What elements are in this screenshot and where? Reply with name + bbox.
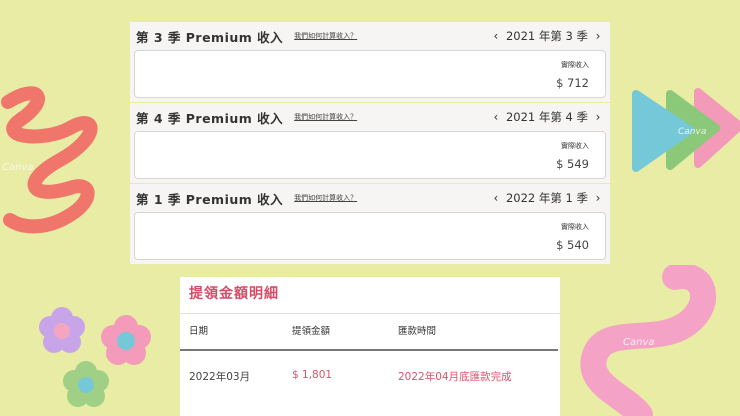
play-triangles-decoration: Canva	[632, 88, 740, 172]
chevron-right-icon[interactable]: ›	[592, 29, 604, 43]
how-we-calculate-link[interactable]: 我們如何計算收入？	[294, 31, 357, 41]
actual-revenue-value: $ 540	[556, 238, 589, 252]
watermark: Canva	[623, 337, 655, 348]
revenue-card: 實際收入 $ 540	[134, 212, 606, 260]
period-label: 2021 年第 3 季	[505, 29, 588, 43]
panel-header: 第 4 季 Premium 收入 我們如何計算收入？ ‹ 2021 年第 4 季…	[130, 103, 610, 131]
revenue-panel: 第 1 季 Premium 收入 我們如何計算收入？ ‹ 2022 年第 1 季…	[130, 184, 610, 264]
chevron-left-icon[interactable]: ‹	[490, 29, 502, 43]
revenue-panel: 第 4 季 Premium 收入 我們如何計算收入？ ‹ 2021 年第 4 季…	[130, 103, 610, 183]
panel-title: 第 4 季 Premium 收入	[136, 110, 284, 126]
actual-revenue-value: $ 549	[556, 157, 589, 171]
how-we-calculate-link[interactable]: 我們如何計算收入？	[294, 193, 357, 203]
actual-revenue-label: 實際收入	[561, 223, 589, 231]
withdrawal-title: 提領金額明細	[189, 286, 279, 302]
column-header-amount: 提領金額	[292, 326, 331, 337]
flowers-decoration	[39, 307, 151, 407]
panel-title: 第 3 季 Premium 收入	[136, 29, 284, 45]
withdrawal-details-card: 提領金額明細 日期 提領金額 匯款時間 2022年03月 $ 1,801 202…	[180, 277, 560, 416]
revenue-card: 實際收入 $ 549	[134, 131, 606, 179]
watermark: Canva	[678, 127, 706, 137]
divider	[180, 313, 560, 314]
pink-ribbon-decoration: Canva	[580, 265, 716, 416]
period-selector: ‹ 2021 年第 3 季 ›	[490, 28, 604, 44]
row-amount: $ 1,801	[292, 369, 333, 381]
chevron-left-icon[interactable]: ‹	[490, 110, 502, 124]
actual-revenue-label: 實際收入	[561, 61, 589, 69]
header-divider	[180, 349, 558, 351]
chevron-right-icon[interactable]: ›	[592, 110, 604, 124]
period-selector: ‹ 2021 年第 4 季 ›	[490, 109, 604, 125]
revenue-panel: 第 3 季 Premium 收入 我們如何計算收入？ ‹ 2021 年第 3 季…	[130, 22, 610, 102]
column-header-transfer-time: 匯款時間	[398, 326, 437, 337]
panel-title: 第 1 季 Premium 收入	[136, 191, 284, 207]
panel-header: 第 3 季 Premium 收入 我們如何計算收入？ ‹ 2021 年第 3 季…	[130, 22, 610, 50]
period-selector: ‹ 2022 年第 1 季 ›	[490, 190, 604, 206]
watermark: Canva	[2, 162, 34, 173]
period-label: 2021 年第 4 季	[505, 110, 588, 124]
row-date: 2022年03月	[189, 371, 251, 383]
chevron-right-icon[interactable]: ›	[592, 191, 604, 205]
row-transfer-time: 2022年04月底匯款完成	[398, 371, 512, 383]
panel-header: 第 1 季 Premium 收入 我們如何計算收入？ ‹ 2022 年第 1 季…	[130, 184, 610, 212]
actual-revenue-value: $ 712	[556, 76, 589, 90]
column-header-date: 日期	[189, 326, 209, 337]
period-label: 2022 年第 1 季	[505, 191, 588, 205]
how-we-calculate-link[interactable]: 我們如何計算收入？	[294, 112, 357, 122]
pink-squiggle-decoration: Canva	[1, 86, 98, 234]
actual-revenue-label: 實際收入	[561, 142, 589, 150]
chevron-left-icon[interactable]: ‹	[490, 191, 502, 205]
revenue-card: 實際收入 $ 712	[134, 50, 606, 98]
